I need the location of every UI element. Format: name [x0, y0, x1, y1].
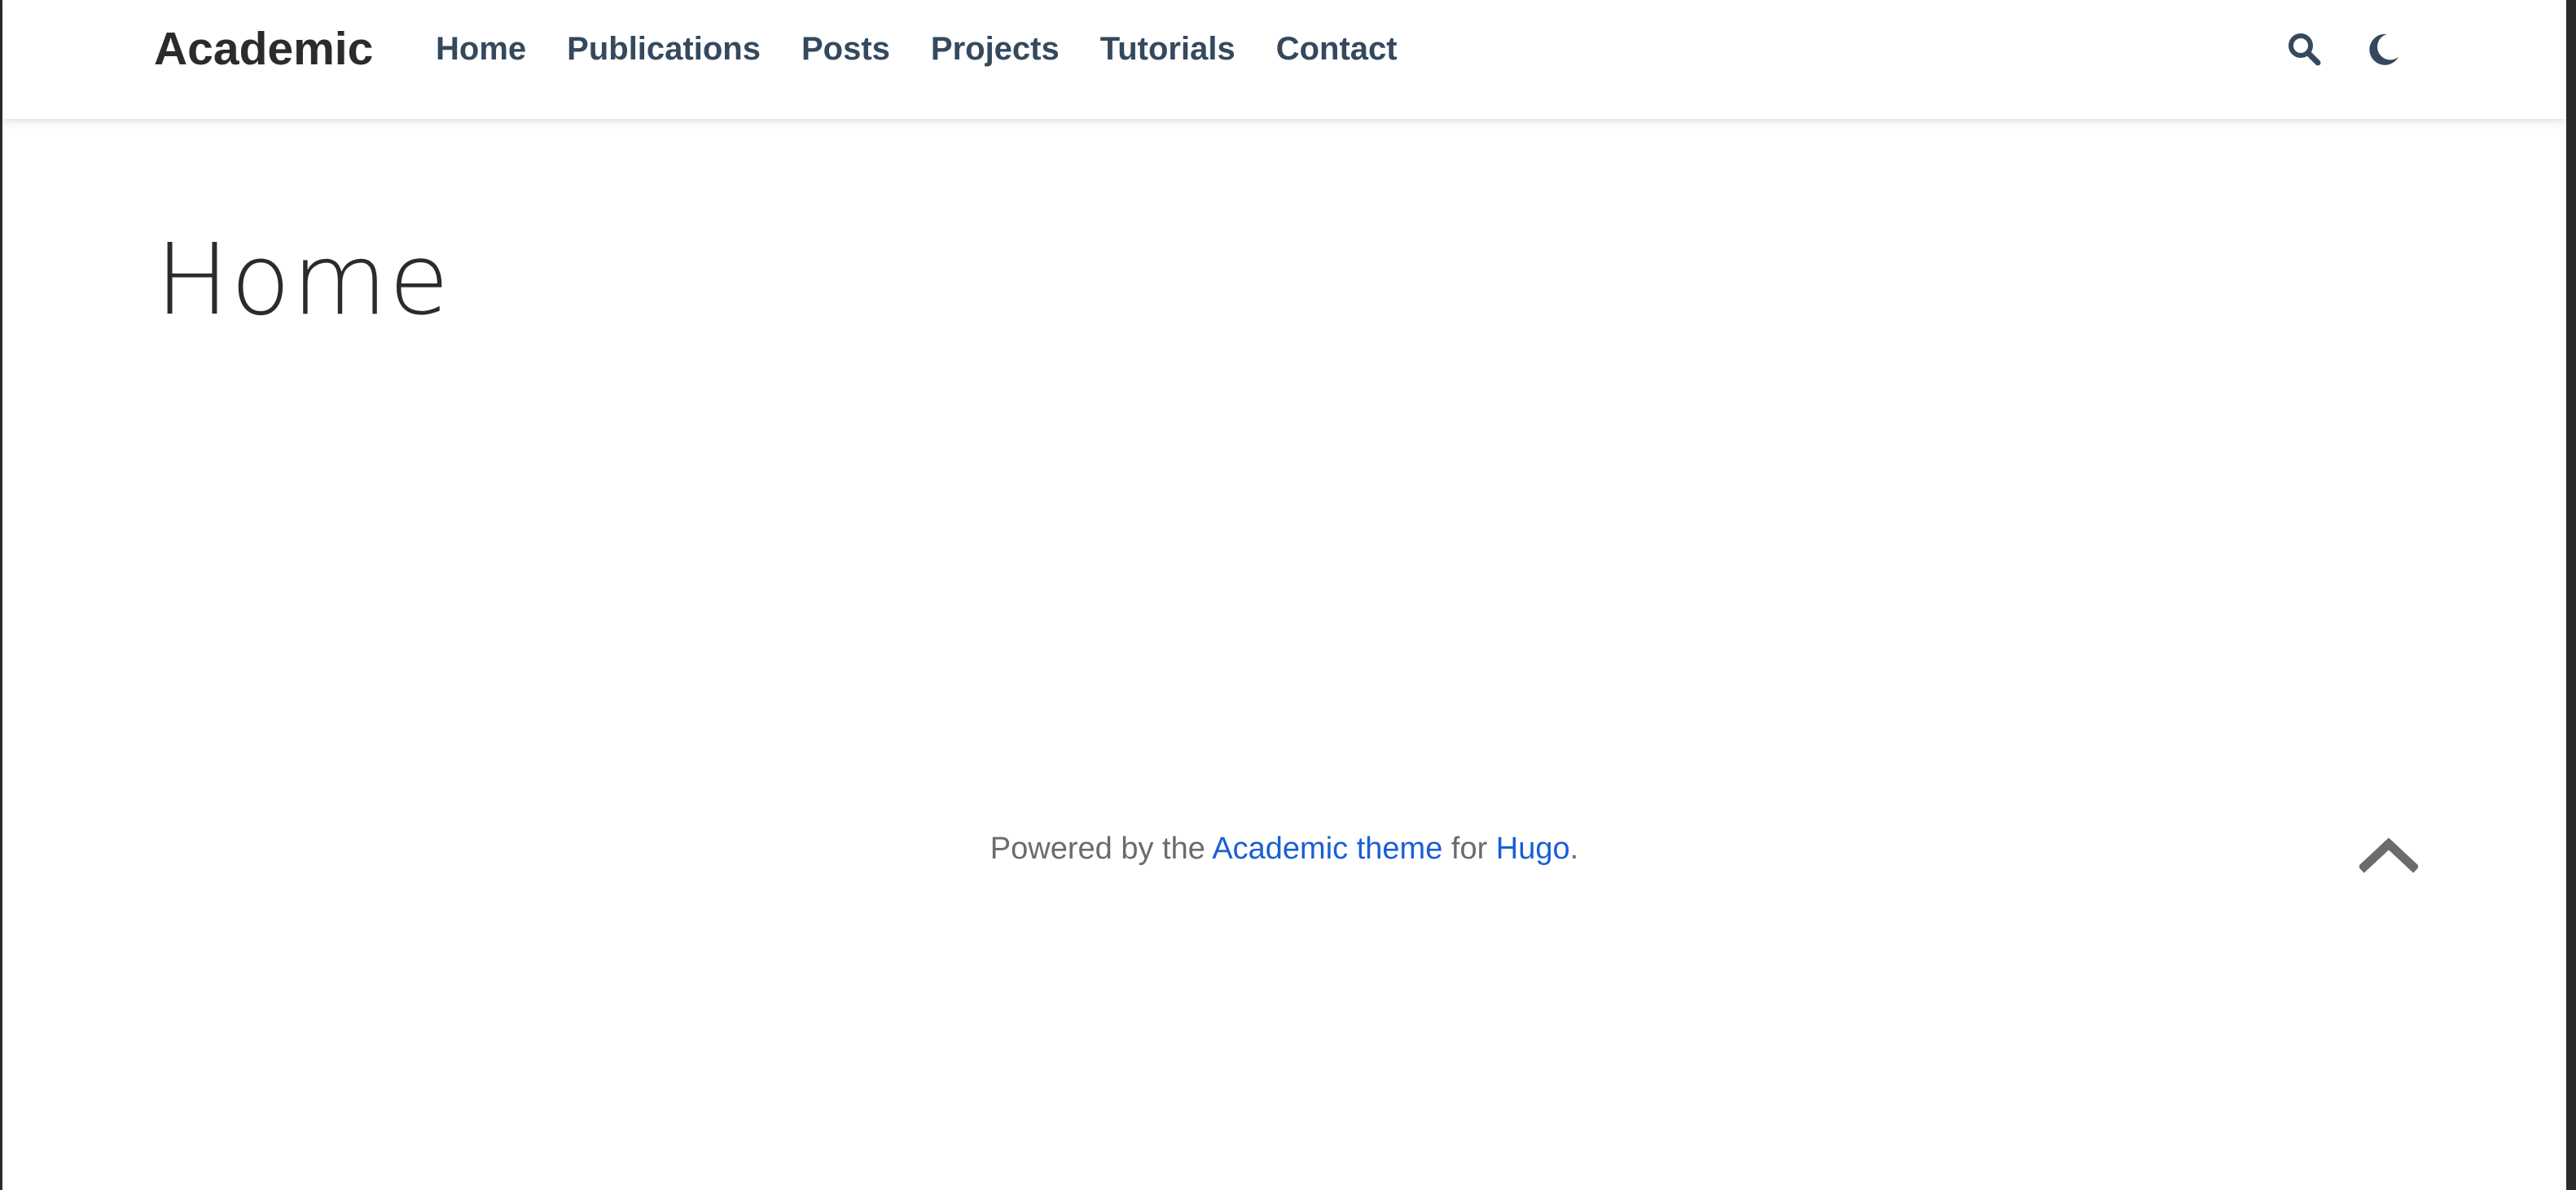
footer-middle: for — [1442, 832, 1496, 866]
navbar: Academic Home Publications Posts Project… — [2, 0, 2566, 119]
footer-prefix: Powered by the — [990, 832, 1213, 866]
footer-suffix: . — [1569, 832, 1579, 866]
nav-link-publications[interactable]: Publications — [567, 31, 761, 67]
page: Academic Home Publications Posts Project… — [0, 0, 2576, 1190]
brand-logo-link[interactable]: Academic — [154, 18, 373, 80]
nav-menu: Home Publications Posts Projects Tutoria… — [436, 23, 1398, 75]
nav-item-tutorials: Tutorials — [1100, 23, 1235, 75]
search-button[interactable] — [2283, 28, 2325, 70]
back-to-top-button[interactable] — [2358, 834, 2420, 873]
moon-icon — [2369, 33, 2398, 65]
nav-link-tutorials[interactable]: Tutorials — [1100, 31, 1235, 67]
nav-item-home: Home — [436, 23, 526, 75]
chevron-up-icon — [2358, 837, 2420, 873]
theme-toggle-button[interactable] — [2363, 28, 2405, 70]
academic-theme-link[interactable]: Academic theme — [1212, 832, 1442, 866]
window-edge — [2566, 0, 2576, 1190]
nav-link-contact[interactable]: Contact — [1276, 31, 1398, 67]
nav-item-projects: Projects — [931, 23, 1060, 75]
nav-link-posts[interactable]: Posts — [801, 31, 890, 67]
nav-icon-group — [2283, 24, 2405, 73]
hugo-link[interactable]: Hugo — [1496, 832, 1570, 866]
nav-item-contact: Contact — [1276, 23, 1398, 75]
nav-item-posts: Posts — [801, 23, 890, 75]
search-icon — [2289, 33, 2321, 66]
nav-item-publications: Publications — [567, 23, 761, 75]
nav-link-home[interactable]: Home — [436, 31, 526, 67]
nav-link-projects[interactable]: Projects — [931, 31, 1060, 67]
footer: Powered by the Academic theme for Hugo. — [2, 823, 2566, 875]
page-title: Home — [156, 224, 451, 337]
